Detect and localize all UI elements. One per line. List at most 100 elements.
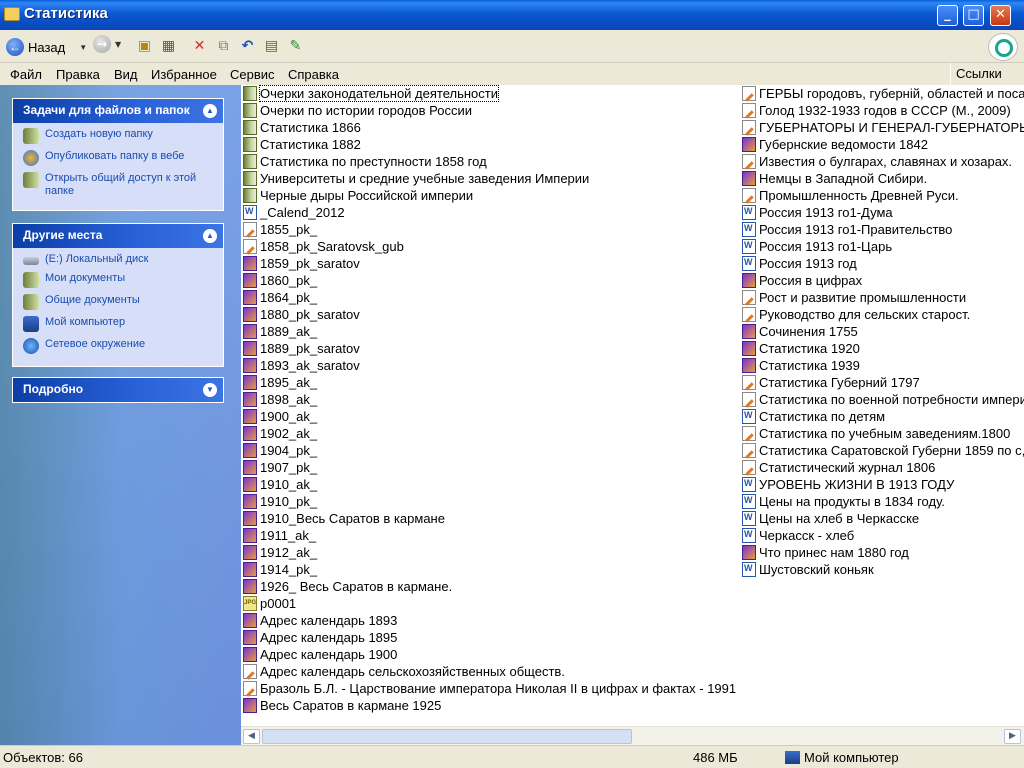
- file-item[interactable]: Промышленность Древней Руси.: [742, 187, 959, 204]
- other-places-header[interactable]: Другие места ▲: [13, 224, 223, 248]
- menu-view[interactable]: Вид: [114, 67, 138, 82]
- maximize-button[interactable]: □: [963, 5, 984, 26]
- place-local-disk[interactable]: (E:) Локальный диск: [23, 253, 217, 266]
- file-item[interactable]: Адрес календарь 1893: [243, 612, 397, 629]
- file-item[interactable]: 1910_ak_: [243, 476, 317, 493]
- clipboard-icon[interactable]: ▤: [263, 38, 280, 55]
- file-item[interactable]: Статистика 1920: [742, 340, 860, 357]
- file-item[interactable]: Известия о булгарах, славянах и хозарах.: [742, 153, 1012, 170]
- copy-icon[interactable]: ⧉: [215, 38, 232, 55]
- place-shared-documents[interactable]: Общие документы: [23, 294, 217, 310]
- task-new-folder[interactable]: Создать новую папку: [23, 128, 217, 144]
- close-button[interactable]: ✕: [990, 5, 1011, 26]
- file-item[interactable]: Очерки по истории городов России: [243, 102, 472, 119]
- collapse-icon[interactable]: ▲: [203, 104, 217, 118]
- file-item[interactable]: Черкасск - хлеб: [742, 527, 854, 544]
- file-item[interactable]: ГУБЕРНАТОРЫ И ГЕНЕРАЛ-ГУБЕРНАТОРЫ РО: [742, 119, 1024, 136]
- file-item[interactable]: Весь Саратов в кармане 1925: [243, 697, 441, 714]
- delete-icon[interactable]: ✕: [191, 38, 208, 55]
- file-item[interactable]: Россия в цифрах: [742, 272, 862, 289]
- place-network[interactable]: Сетевое окружение: [23, 338, 217, 354]
- menu-file[interactable]: Файл: [10, 67, 42, 82]
- file-item[interactable]: 1859_pk_saratov: [243, 255, 360, 272]
- file-item[interactable]: 1912_ak_: [243, 544, 317, 561]
- file-item[interactable]: 1898_ak_: [243, 391, 317, 408]
- file-item[interactable]: Статистика по детям: [742, 408, 885, 425]
- file-item[interactable]: Россия 1913 го1-Правительство: [742, 221, 952, 238]
- scroll-right-arrow-icon[interactable]: ▶: [1004, 729, 1021, 744]
- links-toolbar[interactable]: Ссылки: [950, 63, 1024, 85]
- file-item[interactable]: _Calend_2012: [243, 204, 345, 221]
- file-item[interactable]: Голод 1932-1933 годов в СССР (М., 2009): [742, 102, 1011, 119]
- file-item[interactable]: Бразоль Б.Л. - Царствование императора Н…: [243, 680, 736, 697]
- chevron-down-icon[interactable]: ▼: [79, 43, 87, 52]
- task-publish-folder[interactable]: Опубликовать папку в вебе: [23, 150, 217, 166]
- file-item[interactable]: 1914_pk_: [243, 561, 317, 578]
- file-item[interactable]: Статистика Саратовской Губерни 1859 по с…: [742, 442, 1024, 459]
- views-icon[interactable]: ▦: [160, 38, 177, 55]
- menu-help[interactable]: Справка: [288, 67, 339, 82]
- place-my-computer[interactable]: Мой компьютер: [23, 316, 217, 332]
- file-item[interactable]: Статистика 1882: [243, 136, 361, 153]
- place-my-documents[interactable]: Мои документы: [23, 272, 217, 288]
- minimize-button[interactable]: _: [937, 5, 958, 26]
- file-item[interactable]: Очерки законодательной деятельности: [243, 85, 500, 102]
- file-item[interactable]: Немцы в Западной Сибири.: [742, 170, 927, 187]
- file-item[interactable]: Адрес календарь сельскохозяйственных общ…: [243, 663, 565, 680]
- back-button[interactable]: ← Назад ▼: [6, 35, 87, 59]
- file-item[interactable]: 1911_ak_: [243, 527, 316, 544]
- file-item[interactable]: 1902_ak_: [243, 425, 317, 442]
- file-item[interactable]: 1864_pk_: [243, 289, 317, 306]
- collapse-icon[interactable]: ▲: [203, 229, 217, 243]
- file-item[interactable]: 1889_pk_saratov: [243, 340, 360, 357]
- menu-edit[interactable]: Правка: [56, 67, 100, 82]
- menu-favorites[interactable]: Избранное: [151, 67, 217, 82]
- expand-icon[interactable]: ▼: [203, 383, 217, 397]
- file-item[interactable]: Адрес календарь 1895: [243, 629, 397, 646]
- file-item[interactable]: Что принес нам 1880 год: [742, 544, 909, 561]
- details-header[interactable]: Подробно ▼: [13, 378, 223, 402]
- file-item[interactable]: Россия 1913 го1-Царь: [742, 238, 892, 255]
- file-item[interactable]: ГЕРБЫ городовъ, губерній, областей и пос…: [742, 85, 1024, 102]
- file-item[interactable]: 1910_Весь Саратов в кармане: [243, 510, 445, 527]
- file-item[interactable]: p0001: [243, 595, 296, 612]
- properties-icon[interactable]: ✎: [287, 38, 304, 55]
- menu-tools[interactable]: Сервис: [230, 67, 275, 82]
- file-item[interactable]: 1858_pk_Saratovsk_gub: [243, 238, 404, 255]
- file-item[interactable]: Губернские ведомости 1842: [742, 136, 928, 153]
- file-item[interactable]: Статистика 1939: [742, 357, 860, 374]
- file-item[interactable]: 1893_ak_saratov: [243, 357, 360, 374]
- file-item[interactable]: Статистика по учебным заведениям.1800: [742, 425, 1010, 442]
- file-item[interactable]: 1907_pk_: [243, 459, 317, 476]
- file-item[interactable]: Цены на продукты в 1834 году.: [742, 493, 945, 510]
- file-item[interactable]: 1926_ Весь Саратов в кармане.: [243, 578, 452, 595]
- file-item[interactable]: Статистика 1866: [243, 119, 361, 136]
- forward-button[interactable]: → ▼: [93, 35, 121, 53]
- file-item[interactable]: Черные дыры Российской империи: [243, 187, 473, 204]
- file-item[interactable]: Рост и развитие промышленности: [742, 289, 966, 306]
- file-item[interactable]: Статистика по преступности 1858 год: [243, 153, 487, 170]
- scroll-left-arrow-icon[interactable]: ◀: [243, 729, 260, 744]
- file-item[interactable]: 1860_pk_: [243, 272, 317, 289]
- file-item[interactable]: Россия 1913 го1-Дума: [742, 204, 893, 221]
- chevron-down-icon[interactable]: ▼: [115, 40, 121, 49]
- file-item[interactable]: 1880_pk_saratov: [243, 306, 360, 323]
- scroll-thumb[interactable]: [262, 729, 632, 744]
- file-item[interactable]: 1900_ak_: [243, 408, 317, 425]
- file-item[interactable]: Шустовский коньяк: [742, 561, 874, 578]
- undo-icon[interactable]: ↶: [239, 38, 256, 55]
- file-item[interactable]: 1889_ak_: [243, 323, 317, 340]
- file-item[interactable]: Статистика Губерний 1797: [742, 374, 920, 391]
- title-bar[interactable]: Статистика _ □ ✕: [0, 0, 1024, 30]
- file-item[interactable]: 1855_pk_: [243, 221, 317, 238]
- folder-up-icon[interactable]: ▣: [136, 38, 153, 55]
- file-item[interactable]: 1895_ak_: [243, 374, 317, 391]
- file-item[interactable]: Статистический журнал 1806: [742, 459, 935, 476]
- file-item[interactable]: 1910_pk_: [243, 493, 317, 510]
- file-item[interactable]: Цены на хлеб в Черкасске: [742, 510, 919, 527]
- task-share-folder[interactable]: Открыть общий доступ к этой папке: [23, 172, 217, 198]
- file-item[interactable]: Россия 1913 год: [742, 255, 857, 272]
- horizontal-scrollbar[interactable]: ◀ ▶: [241, 726, 1024, 745]
- file-item[interactable]: Статистика по военной потребности импери…: [742, 391, 1024, 408]
- file-tasks-header[interactable]: Задачи для файлов и папок ▲: [13, 99, 223, 123]
